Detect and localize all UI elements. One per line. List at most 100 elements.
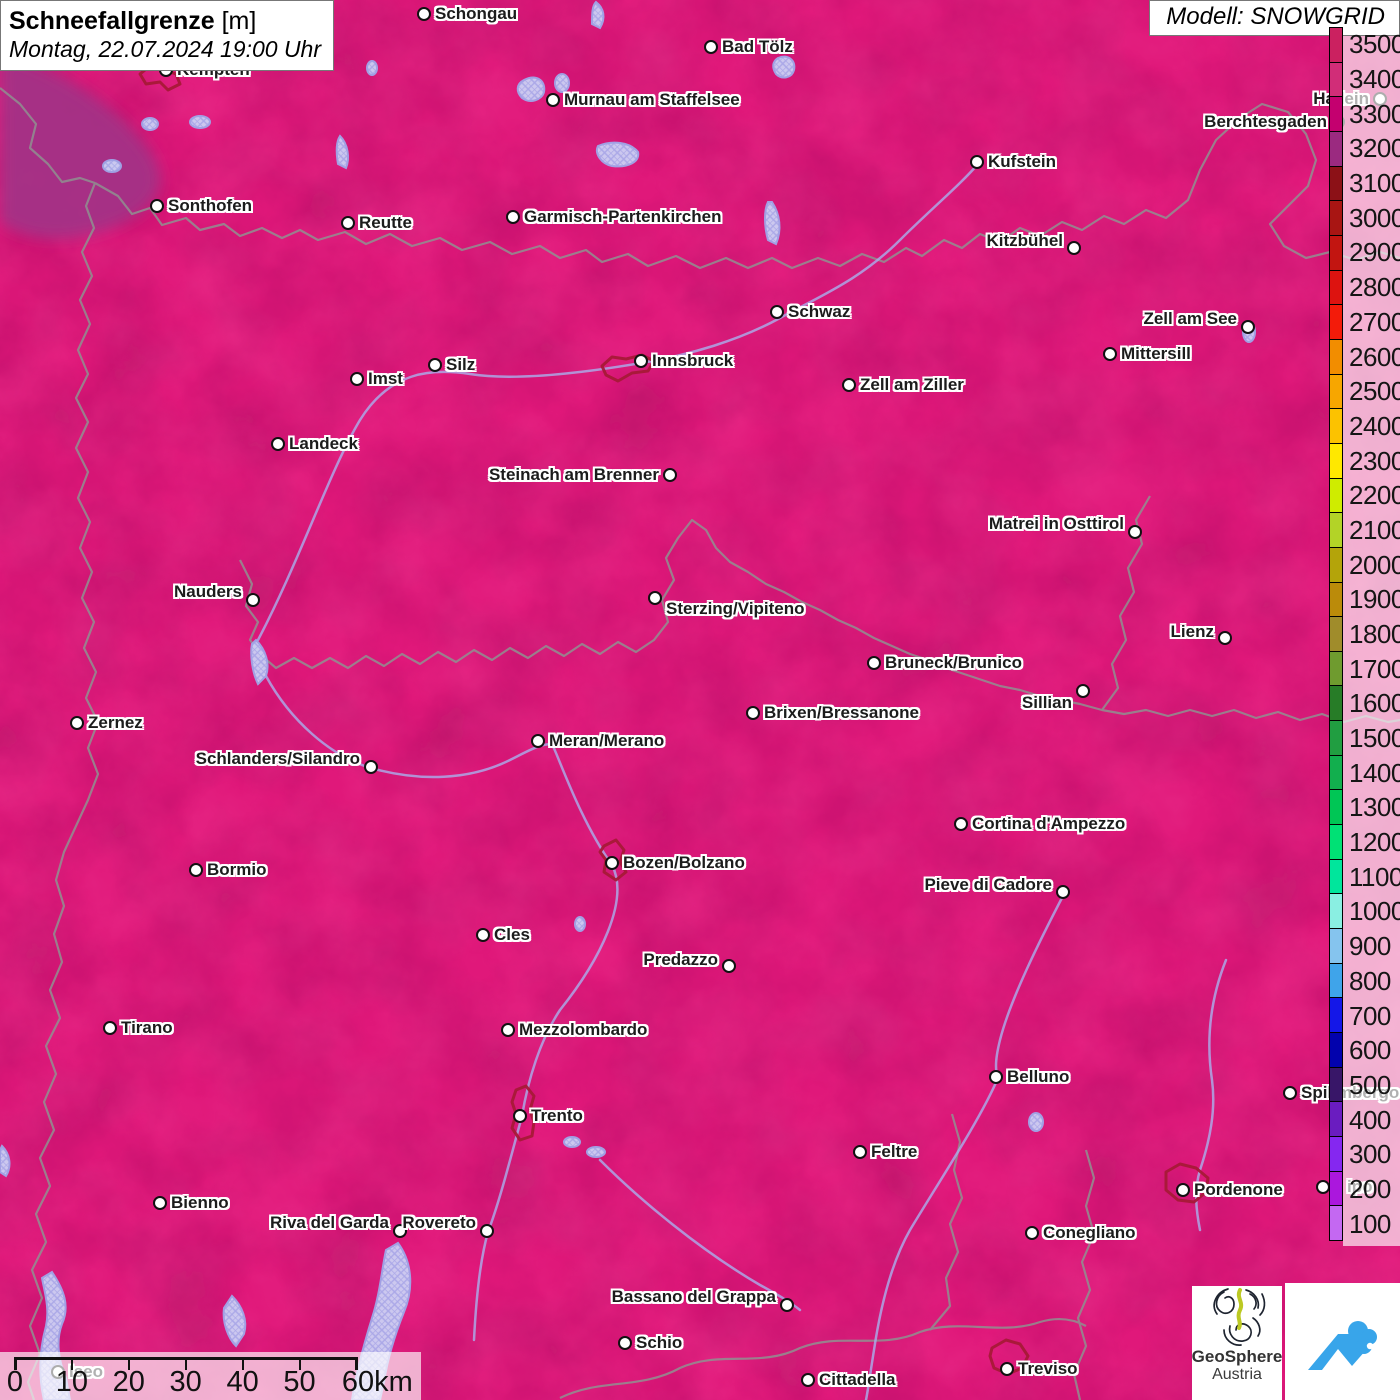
colorbar-tick-label: 1500 — [1349, 723, 1400, 754]
geosphere-logo-box: GeoSphere Austria — [1192, 1286, 1282, 1400]
colorbar-cell — [1330, 825, 1342, 860]
city-dot — [954, 817, 968, 831]
city-label: Lienz — [1170, 622, 1214, 641]
city-dot — [663, 468, 677, 482]
colorbar-tick-label: 400 — [1349, 1104, 1391, 1135]
city-label: Trento — [531, 1106, 583, 1125]
colorbar-tick-label: 3500 — [1349, 29, 1400, 60]
colorbar-tick-label: 1600 — [1349, 688, 1400, 719]
city-label: Steinach am Brenner — [488, 465, 659, 484]
city-dot — [722, 959, 736, 973]
colorbar-cell — [1330, 1033, 1342, 1068]
city-dot — [506, 210, 520, 224]
city-dot — [1000, 1362, 1014, 1376]
city-label: Zell am Ziller — [860, 375, 964, 394]
city-dot — [1218, 631, 1232, 645]
city-label: Cittadella — [819, 1370, 896, 1389]
colorbar-cell — [1330, 998, 1342, 1034]
city-label: Schongau — [435, 4, 518, 23]
city-dot — [70, 716, 84, 730]
city-dot — [350, 372, 364, 386]
colorbar-tick-label: 500 — [1349, 1069, 1391, 1100]
city-dot — [989, 1070, 1003, 1084]
colorbar-cell — [1330, 270, 1342, 306]
colorbar-cell — [1330, 859, 1342, 895]
city-dot — [476, 928, 490, 942]
timestamp: Montag, 22.07.2024 19:00 Uhr — [9, 36, 322, 62]
city-label: Sonthofen — [168, 196, 253, 215]
colorbar-tick-label: 2500 — [1349, 376, 1400, 407]
colorbar-tick-label: 2100 — [1349, 514, 1400, 545]
city-label: Schlanders/Silandro — [195, 749, 360, 768]
city-dot — [1025, 1226, 1039, 1240]
city-dot — [1316, 1180, 1330, 1194]
colorbar-tick-label: 3200 — [1349, 133, 1400, 164]
colorbar-cell — [1330, 929, 1342, 964]
geosphere-logo-country: Austria — [1212, 1366, 1262, 1383]
city-dot — [546, 93, 560, 107]
city-dot — [501, 1023, 515, 1037]
colorbar-cell — [1330, 374, 1342, 410]
colorbar-cell — [1330, 547, 1342, 583]
colorbar-cell — [1330, 755, 1342, 791]
scalebar-label: 50 — [283, 1366, 316, 1398]
city-dot — [746, 706, 760, 720]
city-dot — [1241, 320, 1255, 334]
city-dot — [1103, 347, 1117, 361]
city-dot — [1067, 241, 1081, 255]
city-dot — [970, 155, 984, 169]
city-label: Bassano del Grappa — [611, 1287, 776, 1306]
colorbar-tick-label: 2700 — [1349, 306, 1400, 337]
city-dot — [842, 378, 856, 392]
colorbar-tick-label: 600 — [1349, 1035, 1391, 1066]
city-dot — [364, 760, 378, 774]
city-dot — [801, 1373, 815, 1387]
colorbar-cell — [1330, 582, 1342, 618]
scalebar-label: 30 — [169, 1366, 202, 1398]
city-label: Pieve di Cadore — [924, 875, 1052, 894]
colorbar-cell — [1330, 1206, 1342, 1240]
colorbar-cell — [1330, 513, 1342, 548]
weather-map: SchongauBad TölzKemptenMurnau am Staffel… — [0, 0, 1400, 1400]
city-label: Bozen/Bolzano — [623, 853, 745, 872]
city-label: Schwaz — [788, 302, 851, 321]
colorbar-tick-label: 2000 — [1349, 549, 1400, 580]
city-label: Cortina d'Ampezzo — [972, 814, 1126, 833]
colorbar-tick-label: 700 — [1349, 1000, 1391, 1031]
city-layer: SchongauBad TölzKemptenMurnau am Staffel… — [0, 0, 1400, 1400]
city-label: Murnau am Staffelsee — [564, 90, 740, 109]
scalebar: 0 10 20 30 40 50 60km — [0, 1352, 421, 1400]
city-dot — [271, 437, 285, 451]
colorbar-cell — [1330, 305, 1342, 340]
city-label: Feltre — [871, 1142, 918, 1161]
city-dot — [780, 1298, 794, 1312]
city-label: Schio — [636, 1333, 683, 1352]
city-dot — [1076, 684, 1090, 698]
colorbar-cell — [1330, 62, 1342, 98]
city-label: Brixen/Bressanone — [764, 703, 919, 722]
city-label: Pordenone — [1194, 1180, 1283, 1199]
colorbar-tick-label: 1400 — [1349, 757, 1400, 788]
colorbar-labels: 3500 3400 3300 3200 3100 3000 2900 2800 2700 2600… — [1347, 27, 1400, 1241]
city-label: Riva del Garda — [269, 1213, 389, 1232]
colorbar-tick-label: 3400 — [1349, 64, 1400, 95]
city-dot — [1283, 1086, 1297, 1100]
title-box: Schneefallgrenze [m] Montag, 22.07.2024 … — [0, 0, 335, 71]
colorbar-cell — [1330, 617, 1342, 652]
city-label: Bruneck/Brunico — [885, 653, 1022, 672]
colorbar-cell — [1330, 1137, 1342, 1172]
city-dot — [417, 7, 431, 21]
city-label: Bienno — [171, 1193, 229, 1212]
colorbar-tick-label: 1900 — [1349, 584, 1400, 615]
colorbar-tick-label: 1300 — [1349, 792, 1400, 823]
colorbar-tick-label: 3100 — [1349, 168, 1400, 199]
geosphere-logo-name: GeoSphere — [1191, 1347, 1283, 1366]
colorbar — [1329, 27, 1343, 1241]
city-label: Kufstein — [988, 152, 1056, 171]
city-label: Belluno — [1007, 1067, 1070, 1086]
colorbar-tick-label: 300 — [1349, 1139, 1391, 1170]
city-label: Sterzing/Vipiteno — [666, 599, 805, 618]
colorbar-cell — [1330, 790, 1342, 826]
colorbar-tick-label: 800 — [1349, 965, 1391, 996]
city-label: Bad Tölz — [722, 37, 793, 56]
